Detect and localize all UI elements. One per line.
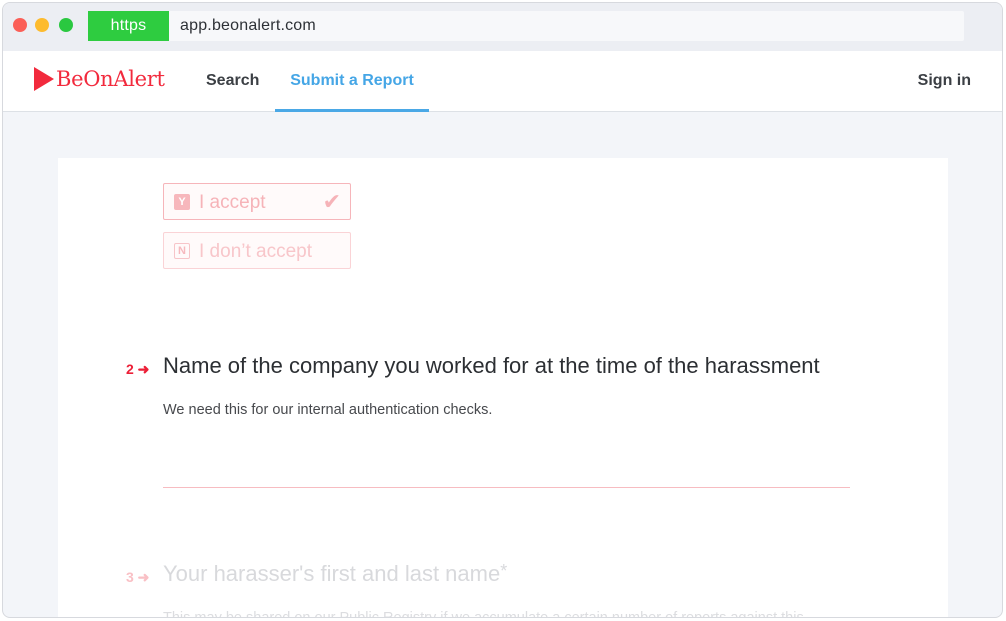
https-badge: https (88, 11, 169, 41)
question-3-number: 3 ➜ (126, 569, 150, 585)
brand-logo[interactable]: BeOnAlert (34, 67, 165, 91)
brand-name: BeOnAlert (56, 67, 165, 91)
question-3-title: Your harasser's first and last name* (163, 561, 507, 587)
accept-choice-label: I accept (199, 192, 266, 213)
question-2-description: We need this for our internal authentica… (163, 402, 493, 418)
required-asterisk: * (500, 561, 508, 581)
maximize-window-button[interactable] (59, 18, 73, 32)
active-tab-underline (275, 109, 429, 112)
question-2-number: 2 ➜ (126, 361, 150, 377)
answer-underline (163, 487, 850, 488)
accept-key-badge: Y (174, 194, 190, 210)
accept-choice-button[interactable]: Y I accept ✔ (163, 183, 351, 220)
decline-choice-label: I don’t accept (199, 241, 313, 262)
url-text[interactable]: app.beonalert.com (180, 11, 316, 41)
sign-in-link[interactable]: Sign in (918, 51, 971, 111)
report-form-card: Y I accept ✔ N I don’t accept 2 ➜ Name o… (58, 158, 948, 618)
address-bar[interactable]: https app.beonalert.com (88, 11, 964, 41)
decline-choice-button[interactable]: N I don’t accept (163, 232, 351, 269)
nav-search-link[interactable]: Search (206, 51, 259, 111)
nav-submit-report-link[interactable]: Submit a Report (275, 51, 429, 111)
browser-window: https app.beonalert.com BeOnAlert Search… (2, 2, 1003, 618)
close-window-button[interactable] (13, 18, 27, 32)
play-triangle-icon (34, 67, 54, 91)
question-3-description: This may be shared on our Public Registr… (163, 610, 804, 618)
title-bar: https app.beonalert.com (3, 3, 1002, 52)
minimize-window-button[interactable] (35, 18, 49, 32)
company-name-input[interactable] (163, 454, 850, 486)
check-icon: ✔ (322, 189, 341, 214)
question-2-title: Name of the company you worked for at th… (163, 353, 820, 378)
question-3-title-text: Your harasser's first and last name (163, 561, 501, 586)
site-navbar: BeOnAlert Search Submit a Report Sign in (3, 51, 1002, 112)
decline-key-badge: N (174, 243, 190, 259)
